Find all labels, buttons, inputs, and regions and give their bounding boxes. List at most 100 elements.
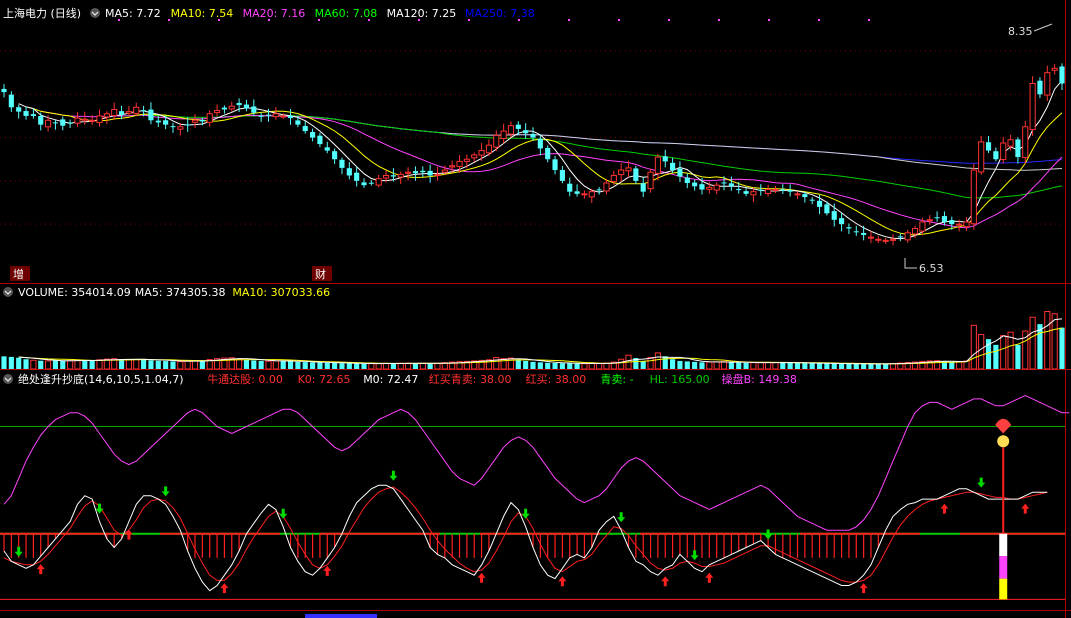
- volume-bar: [45, 360, 52, 370]
- volume-bar: [757, 362, 764, 370]
- candle: [596, 187, 602, 195]
- candle: [1015, 137, 1021, 164]
- volume-bar: [493, 357, 500, 370]
- volume-bar: [978, 334, 985, 370]
- header-item: HL: 165.00: [650, 373, 710, 386]
- header-item: MA5: 374305.38: [135, 286, 226, 299]
- candle: [191, 114, 199, 128]
- volume-bar: [883, 363, 889, 369]
- volume-bar: [82, 360, 88, 369]
- candle: [552, 155, 558, 175]
- candle: [60, 116, 66, 131]
- volume-bar: [692, 361, 698, 369]
- sell-arrow-icon: [690, 550, 699, 561]
- volume-bar: [16, 357, 22, 369]
- volume-bar: [191, 360, 199, 370]
- candle: [368, 180, 374, 186]
- ma20-line: [40, 110, 1063, 229]
- chart-canvas[interactable]: 上海电力 (日线) MA5: 7.72 MA10: 7.54 MA20: 7.16 M…: [0, 0, 1071, 618]
- candle: [839, 212, 845, 232]
- volume-bar: [868, 363, 874, 369]
- volume-bar: [787, 362, 793, 369]
- candle: [427, 164, 433, 183]
- low-pointer: [904, 258, 917, 269]
- volume-bar: [1015, 344, 1021, 369]
- candle: [258, 112, 264, 122]
- volume-bar: [794, 363, 801, 369]
- volume-bar: [148, 360, 154, 369]
- buy-arrow-icon: [705, 572, 714, 583]
- candle: [118, 105, 125, 120]
- candle: [574, 184, 580, 197]
- volume-bar: [361, 363, 367, 369]
- volume-bar: [199, 360, 205, 369]
- signal-column-white: [999, 533, 1008, 557]
- candle: [405, 167, 412, 181]
- candle: [750, 187, 757, 203]
- candle: [332, 148, 338, 164]
- candle: [970, 163, 977, 230]
- volume-bar: [839, 363, 845, 369]
- volume-bar: [346, 363, 352, 369]
- tag-zeng[interactable]: 增: [10, 266, 30, 281]
- candle: [228, 101, 235, 112]
- volume-bar: [743, 362, 749, 369]
- candle: [74, 112, 81, 127]
- candle: [567, 177, 573, 197]
- collapse-icon[interactable]: [3, 374, 13, 384]
- candle: [361, 178, 367, 188]
- candle: [662, 149, 668, 168]
- volume-bar: [567, 363, 573, 369]
- volume-bar: [1051, 313, 1058, 370]
- volume-bar: [647, 357, 654, 370]
- volume-bar: [507, 357, 515, 370]
- volume-bar: [956, 361, 963, 370]
- candle: [38, 112, 44, 131]
- candle: [853, 225, 859, 236]
- volume-bar: [677, 360, 683, 369]
- volume-bar: [177, 361, 184, 370]
- volume-bar: [265, 360, 272, 370]
- candle: [463, 154, 470, 169]
- volume-bar: [258, 360, 264, 369]
- sell-arrow-icon: [161, 486, 170, 497]
- sell-arrow-icon: [617, 512, 626, 523]
- buy-arrow-icon: [124, 529, 133, 540]
- header-item: MA10: 7.54: [171, 7, 234, 20]
- candle: [1029, 76, 1036, 136]
- stock-chart-window: 上海电力 (日线) MA5: 7.72 MA10: 7.54 MA20: 7.16 M…: [0, 0, 1071, 618]
- volume-panel: [1, 311, 1065, 370]
- candle: [846, 223, 852, 234]
- volume-bar: [537, 362, 543, 369]
- volume-bar: [861, 364, 867, 369]
- candle: [618, 163, 625, 182]
- volume-bar: [310, 362, 316, 369]
- tag-cai[interactable]: 财: [312, 266, 332, 281]
- candle: [170, 122, 176, 133]
- header-item: 绝处逢升抄底(14,6,10,5,1.04,7): [18, 372, 184, 386]
- price-panel: [0, 19, 1065, 246]
- collapse-icon[interactable]: [3, 287, 13, 297]
- candle: [677, 161, 683, 182]
- candle: [581, 190, 588, 199]
- money-bag-icon: [997, 435, 1010, 448]
- candle: [213, 104, 221, 117]
- candle: [1044, 65, 1051, 101]
- candle: [125, 105, 132, 117]
- header-item: MA20: 7.16: [243, 7, 306, 20]
- volume-bar: [67, 360, 74, 370]
- volume-bar: [382, 362, 390, 370]
- volume-bar: [60, 360, 66, 369]
- buy-arrow-icon: [323, 565, 332, 576]
- signal-column-yellow: [999, 578, 1008, 600]
- volume-bar: [750, 362, 757, 370]
- candle: [993, 147, 999, 162]
- candle: [978, 135, 985, 175]
- time-scrollbar[interactable]: [305, 614, 377, 618]
- buy-arrow-icon: [661, 576, 670, 587]
- collapse-icon[interactable]: [90, 8, 100, 18]
- k-line: [3, 484, 1048, 592]
- candle: [354, 166, 360, 187]
- sell-arrow-icon: [279, 508, 288, 519]
- volume-ma10-line: [18, 327, 1063, 365]
